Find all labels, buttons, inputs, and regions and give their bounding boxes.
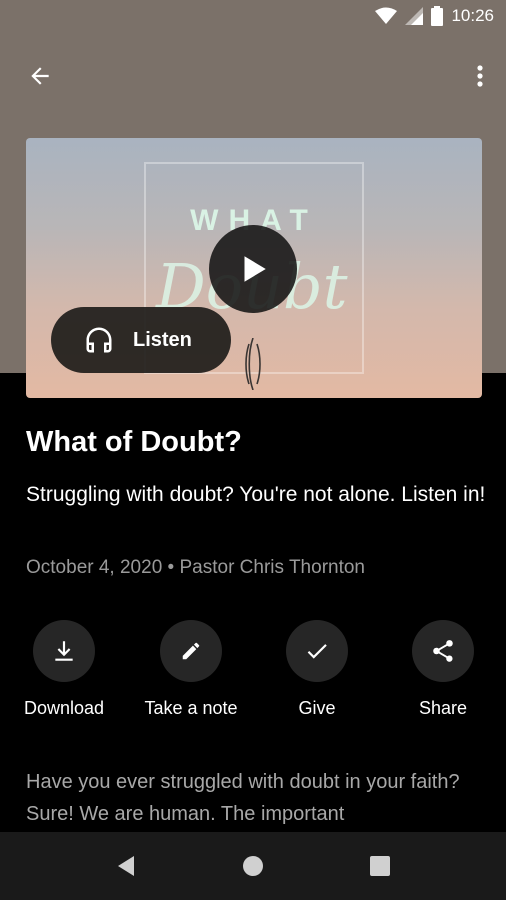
take-note-circle: [160, 620, 222, 682]
download-circle: [33, 620, 95, 682]
take-note-label: Take a note: [144, 698, 238, 718]
give-circle: [286, 620, 348, 682]
play-button[interactable]: [209, 225, 297, 313]
pencil-icon: [182, 642, 200, 660]
download-icon: [55, 641, 73, 661]
download-label: Download: [23, 698, 105, 718]
share-icon: [433, 640, 453, 662]
status-time: 10:26: [451, 6, 494, 25]
nav-recents-icon: [370, 856, 390, 876]
app-bar: [0, 48, 506, 100]
status-bar: 10:26: [0, 0, 506, 36]
nav-home-button[interactable]: [241, 854, 265, 878]
nav-back-button[interactable]: [114, 854, 138, 878]
back-button[interactable]: [22, 58, 58, 94]
take-note-button[interactable]: Take a note: [126, 620, 256, 719]
share-circle: [412, 620, 474, 682]
nav-back-icon: [118, 856, 134, 876]
share-label: Share: [418, 698, 468, 718]
meta-separator: •: [162, 557, 180, 578]
sermon-subtitle: Struggling with doubt? You're not alone.…: [26, 483, 486, 506]
sermon-title: What of Doubt?: [26, 426, 242, 458]
system-nav-bar: [0, 832, 506, 900]
nav-home-icon: [243, 856, 263, 876]
share-button[interactable]: Share: [378, 620, 506, 719]
sermon-date: October 4, 2020: [26, 557, 163, 578]
status-icons: 10:26: [375, 6, 494, 26]
play-icon: [244, 256, 266, 282]
listen-button[interactable]: Listen: [51, 307, 231, 373]
nav-recents-button[interactable]: [368, 854, 392, 878]
check-icon: [307, 644, 327, 659]
give-button[interactable]: Give: [252, 620, 382, 719]
sermon-speaker[interactable]: Pastor Chris Thornton: [179, 557, 365, 578]
wifi-icon: [375, 7, 398, 24]
battery-icon: [431, 6, 444, 26]
give-label: Give: [298, 698, 336, 718]
sermon-description: Have you ever struggled with doubt in yo…: [26, 771, 460, 825]
church-logo-icon: [245, 338, 261, 390]
sermon-meta: October 4, 2020 • Pastor Chris Thornton: [26, 557, 365, 579]
headphones-icon: [86, 327, 112, 353]
action-row: Download Take a note Give Share: [0, 620, 506, 730]
download-button[interactable]: Download: [0, 620, 129, 719]
more-options-button[interactable]: [468, 58, 492, 94]
listen-label: Listen: [133, 328, 192, 351]
more-vert-icon: [477, 65, 483, 87]
arrow-left-icon: [31, 67, 49, 85]
signal-icon: [405, 7, 424, 25]
